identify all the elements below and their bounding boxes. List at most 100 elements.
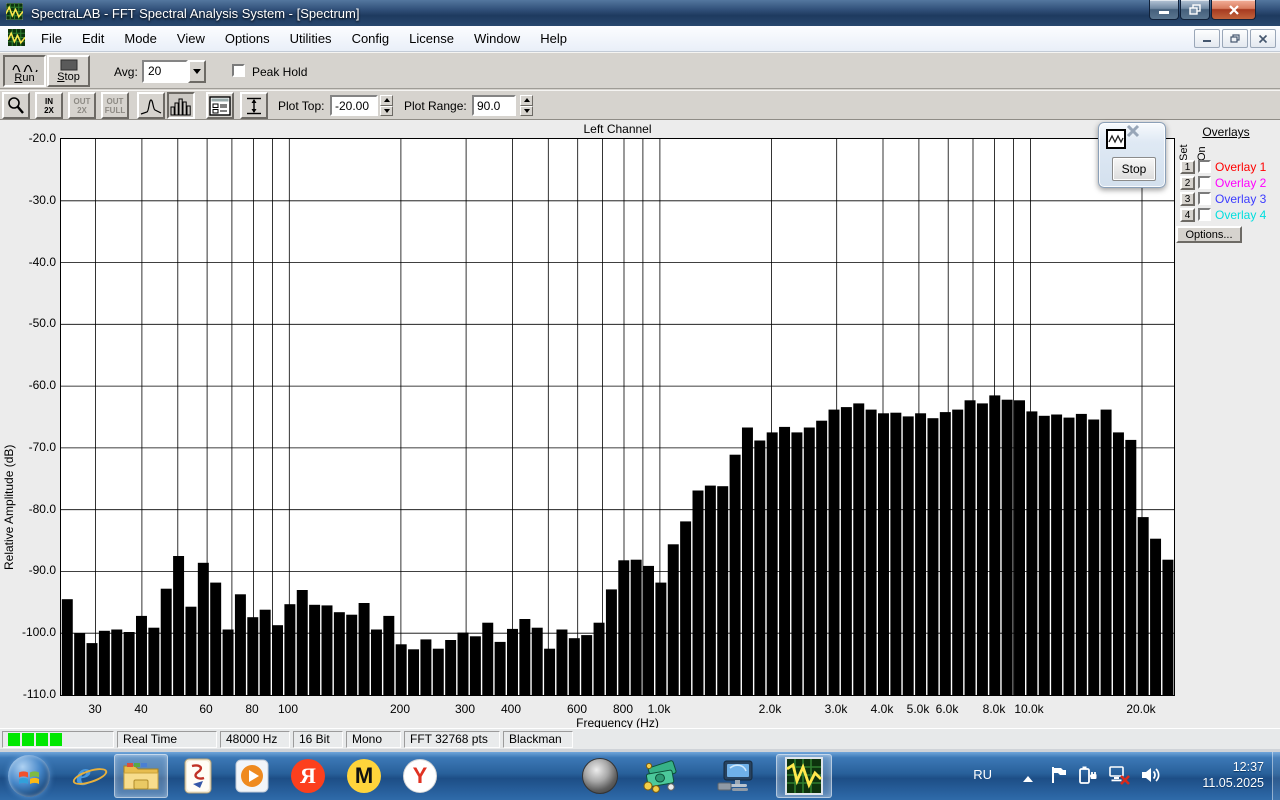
zoom-out-2x-button[interactable]: OUT 2X [68,92,96,119]
vertical-scale-button[interactable] [240,92,268,119]
menu-item-window[interactable]: Window [464,28,530,49]
zoom-out-2x-label-top: OUT [73,96,91,106]
display-options-button[interactable] [206,92,234,119]
spectralab-icon[interactable] [784,756,824,796]
menu-item-file[interactable]: File [31,28,72,49]
overlay-set-button-1[interactable]: 1 [1180,160,1195,174]
spectrum-plot[interactable] [60,138,1175,696]
overlay-set-button-4[interactable]: 4 [1180,208,1195,222]
window-title: SpectraLAB - FFT Spectral Analysis Syste… [31,5,360,21]
yandex-browser-icon[interactable]: Y [400,756,440,796]
spin-up-icon[interactable] [520,95,533,106]
spectrum-bars [61,395,1174,695]
menu-item-view[interactable]: View [167,28,215,49]
x-tick-label: 10.0k [1014,702,1044,716]
menu-item-help[interactable]: Help [530,28,577,49]
mahjong-icon[interactable] [178,756,218,796]
power-plug-icon[interactable] [1078,765,1098,800]
chart-title: Left Channel [583,122,652,136]
menu-item-license[interactable]: License [399,28,464,49]
magnifier-icon [8,96,24,114]
mini-stop-button[interactable]: Stop [1112,157,1156,181]
restore-button[interactable] [1180,0,1210,20]
mdi-close-button[interactable] [1250,29,1276,48]
menu-item-utilities[interactable]: Utilities [280,28,342,49]
avg-dropdown-button[interactable] [188,60,206,83]
overlay-on-checkbox-4[interactable] [1198,208,1211,221]
close-button[interactable] [1211,0,1256,20]
language-indicator[interactable]: RU [973,767,992,800]
money-app-icon[interactable] [640,756,680,796]
bar-spectrum-button[interactable] [167,92,195,119]
bar-spectrum-icon [170,98,191,115]
menu-item-options[interactable]: Options [215,28,280,49]
zoom-in-2x-button[interactable]: IN 2X [35,92,63,119]
stop-button-label: Stop [57,71,80,83]
overlay-options-button[interactable]: Options... [1176,226,1242,243]
windows-explorer-icon[interactable] [121,756,161,796]
status-panel-1: 48000 Hz [220,730,290,748]
plot-range-input[interactable] [472,95,516,116]
overlay-on-checkbox-1[interactable] [1198,160,1211,173]
status-panel-5: Blackman [503,730,573,748]
menu-item-edit[interactable]: Edit [72,28,114,49]
progress-panel [2,730,114,748]
taskbar: e Я M Y RU 12:37 11.05.2025 [0,752,1280,800]
zoom-out-full-label-bottom: FULL [104,105,126,115]
avg-combobox[interactable]: 20 [142,60,206,83]
internet-explorer-icon[interactable]: e [70,756,110,796]
progress-block [8,732,20,746]
sine-wave-icon [11,64,38,72]
zoom-out-full-button[interactable]: OUT FULL [101,92,129,119]
clock-date: 11.05.2025 [1202,776,1264,790]
volume-icon[interactable] [1140,765,1162,800]
overlay-set-button-2[interactable]: 2 [1180,176,1195,190]
status-panels: Real Time 48000 Hz 16 Bit Mono FFT 32768 pts… [117,730,573,748]
peak-hold-checkbox[interactable] [232,64,245,77]
app-icon [5,2,24,23]
run-button-label: Run [14,71,35,84]
x-tick-label: 200 [389,702,411,716]
menu-bar: File Edit Mode View Options Utilities Config Li… [0,26,1280,52]
menu-item-config[interactable]: Config [342,28,400,49]
spin-down-icon[interactable] [380,105,393,116]
overlay-set-button-3[interactable]: 3 [1180,192,1195,206]
media-player-icon[interactable] [232,756,272,796]
menu-item-mode[interactable]: Mode [114,28,167,49]
stop-rect-icon [60,59,77,71]
overlay-on-checkbox-2[interactable] [1198,176,1211,189]
plot-range-spinner[interactable] [520,95,533,116]
zoom-out-full-label-top: OUT [106,96,124,106]
spin-up-icon[interactable] [380,95,393,106]
x-tick-label: 20.0k [1126,702,1156,716]
camera-lens-app-icon[interactable] [580,756,620,796]
mdi-minimize-button[interactable] [1194,29,1220,48]
zoom-button[interactable] [2,92,30,119]
run-button[interactable]: Run [3,55,46,87]
mdi-restore-button[interactable] [1222,29,1248,48]
action-center-flag-icon[interactable] [1050,766,1068,800]
yandex-m-app-icon[interactable]: M [344,756,384,796]
overlay-on-checkbox-3[interactable] [1198,192,1211,205]
line-spectrum-button[interactable] [137,92,165,119]
y-tick-label: -80.0 [28,502,56,516]
spin-down-icon[interactable] [520,105,533,116]
stop-button[interactable]: Stop [47,55,90,87]
hidden-icons-arrow[interactable] [1022,772,1034,800]
y-tick-label: -90.0 [28,563,56,577]
show-desktop-button[interactable] [1272,752,1280,800]
plot-top-input[interactable] [330,95,378,116]
my-computer-icon[interactable] [715,756,755,796]
chevron-down-icon [193,69,201,74]
yandex-app-icon[interactable]: Я [288,756,328,796]
start-button[interactable] [8,755,50,797]
network-error-icon[interactable] [1108,765,1130,800]
progress-block [36,732,48,746]
minimize-button[interactable] [1149,0,1179,20]
mini-close-icon[interactable] [1125,123,1141,142]
x-tick-label: 100 [277,702,299,716]
overlay-label-4: Overlay 4 [1215,208,1267,222]
status-panel-3: Mono [346,730,401,748]
plot-top-spinner[interactable] [380,95,393,116]
clock[interactable]: 12:37 11.05.2025 [1202,759,1264,791]
